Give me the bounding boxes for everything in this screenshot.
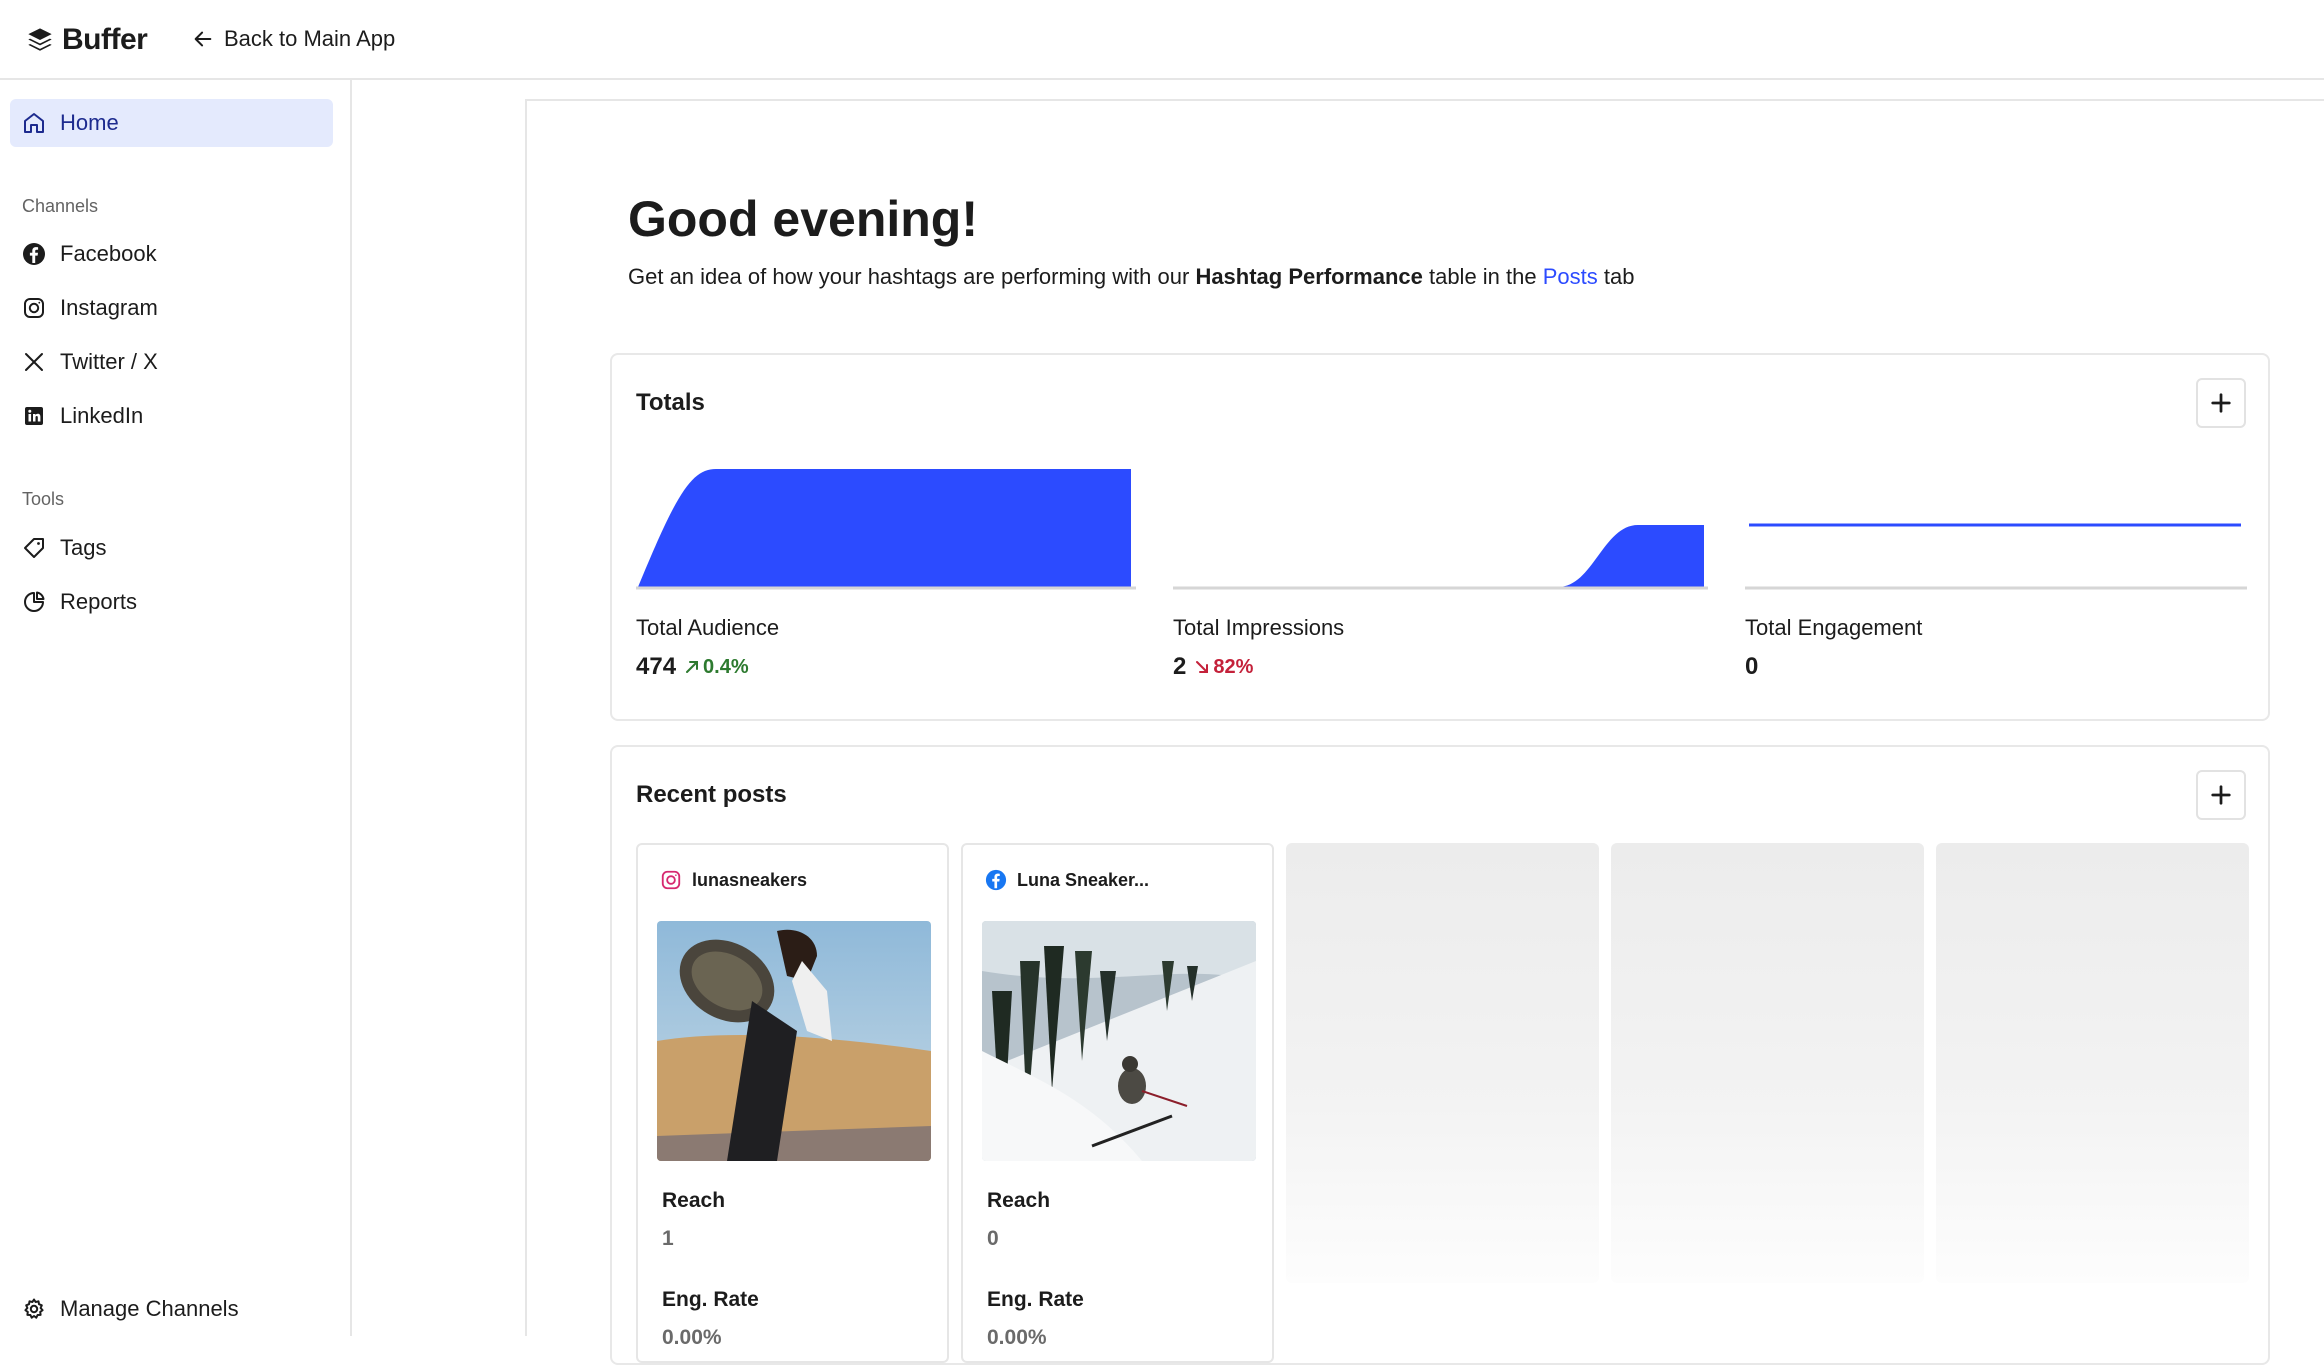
instagram-icon bbox=[661, 870, 681, 890]
sidebar-item-label: LinkedIn bbox=[60, 403, 144, 428]
post-account-name: lunasneakers bbox=[692, 869, 808, 890]
sidebar-item-tags[interactable]: Tags bbox=[10, 524, 333, 572]
back-link-label: Back to Main App bbox=[224, 26, 396, 51]
hashtag-performance-text: Hashtag Performance bbox=[1195, 264, 1423, 289]
page-title: Good evening! bbox=[628, 191, 978, 247]
posts-tab-link[interactable]: Posts bbox=[1543, 264, 1598, 289]
channels-heading: Channels bbox=[22, 196, 99, 216]
sidebar-item-facebook[interactable]: Facebook bbox=[10, 230, 333, 278]
facebook-icon bbox=[23, 243, 45, 265]
post-account-name: Luna Sneaker... bbox=[1017, 869, 1150, 890]
tag-icon bbox=[24, 538, 44, 558]
arrow-left-icon bbox=[194, 31, 212, 47]
post-card[interactable]: lunasneakers Reach 1 Eng. Rate 0.00% bbox=[636, 843, 949, 1363]
sidebar: Home Channels Facebook Instagram Twitter… bbox=[0, 80, 352, 1336]
reach-value: 0 bbox=[987, 1227, 999, 1250]
sidebar-item-label: Tags bbox=[60, 535, 107, 560]
arrow-down-right-icon bbox=[1196, 661, 1209, 673]
totals-card: Totals Total Audience 474 0.4% Total Imp… bbox=[610, 353, 2270, 721]
eng-rate-value: 0.00% bbox=[662, 1326, 722, 1349]
eng-rate-label: Eng. Rate bbox=[987, 1288, 1084, 1311]
post-header: lunasneakers bbox=[660, 869, 807, 891]
metric-value: 474 0.4% bbox=[636, 653, 749, 681]
post-card[interactable]: Luna Sneaker... Reach 0 Eng. Rate 0.00% bbox=[961, 843, 1274, 1363]
recent-posts-title: Recent posts bbox=[636, 781, 787, 808]
metric-total-engagement: Total Engagement 0 bbox=[1745, 355, 2247, 723]
metric-total-audience: Total Audience 474 0.4% bbox=[636, 355, 1136, 723]
plus-icon bbox=[2211, 785, 2231, 805]
manage-channels-label: Manage Channels bbox=[60, 1296, 239, 1321]
add-recent-posts-button[interactable] bbox=[2196, 770, 2246, 820]
skier-photo-image bbox=[982, 921, 1256, 1161]
sidebar-item-label: Twitter / X bbox=[60, 349, 158, 374]
impressions-sparkline bbox=[1173, 525, 1708, 590]
home-icon bbox=[24, 113, 44, 133]
recent-posts-card: Recent posts lunasneakers Reach 1 Eng. R… bbox=[610, 745, 2270, 1365]
metric-number: 0 bbox=[1745, 653, 1759, 680]
post-image[interactable] bbox=[982, 921, 1256, 1161]
reach-value: 1 bbox=[662, 1227, 674, 1250]
top-bar: Buffer Back to Main App bbox=[0, 0, 2324, 80]
audience-sparkline bbox=[636, 469, 1136, 590]
arrow-up-right-icon bbox=[686, 661, 699, 673]
buffer-logo-icon bbox=[28, 28, 52, 51]
engagement-sparkline bbox=[1745, 523, 2247, 590]
metric-number: 2 bbox=[1173, 653, 1187, 680]
metric-label: Total Impressions bbox=[1173, 615, 1345, 640]
sidebar-item-home[interactable]: Home bbox=[10, 99, 333, 147]
metric-delta-value: 0.4% bbox=[703, 655, 749, 678]
sidebar-item-label: Instagram bbox=[60, 295, 158, 320]
sneaker-photo-image bbox=[657, 921, 931, 1161]
eng-rate-value: 0.00% bbox=[987, 1326, 1047, 1349]
metric-value: 0 bbox=[1745, 653, 1758, 681]
reach-label: Reach bbox=[662, 1189, 726, 1212]
post-header: Luna Sneaker... bbox=[985, 869, 1149, 891]
metric-number: 474 bbox=[636, 653, 677, 680]
subtitle-text: table in the bbox=[1422, 264, 1543, 289]
page-subtitle: Get an idea of how your hashtags are per… bbox=[628, 264, 1634, 290]
metric-delta-down: 82% bbox=[1194, 656, 1253, 679]
metric-total-impressions: Total Impressions 2 82% bbox=[1173, 355, 1708, 723]
metric-value: 2 82% bbox=[1173, 653, 1253, 681]
brand-name: Buffer bbox=[62, 23, 148, 56]
post-placeholder bbox=[1286, 843, 1599, 1283]
facebook-icon bbox=[985, 869, 1007, 891]
linkedin-icon bbox=[25, 407, 43, 425]
gear-icon bbox=[24, 1298, 44, 1319]
manage-channels-button[interactable]: Manage Channels bbox=[10, 1285, 333, 1333]
eng-rate-label: Eng. Rate bbox=[662, 1288, 759, 1311]
sidebar-item-linkedin[interactable]: LinkedIn bbox=[10, 392, 333, 440]
back-to-main-app-link[interactable]: Back to Main App bbox=[192, 22, 395, 56]
instagram-icon bbox=[24, 298, 44, 318]
subtitle-text: tab bbox=[1597, 264, 1635, 289]
sidebar-item-label: Reports bbox=[60, 589, 138, 614]
reach-label: Reach bbox=[987, 1189, 1051, 1212]
pie-chart-icon bbox=[24, 591, 45, 612]
metric-delta-value: 82% bbox=[1213, 655, 1254, 678]
sidebar-item-reports[interactable]: Reports bbox=[10, 578, 333, 626]
subtitle-text: Get an idea of how your hashtags are per… bbox=[628, 264, 1196, 289]
post-placeholder bbox=[1611, 843, 1924, 1283]
metric-label: Total Engagement bbox=[1745, 615, 1923, 640]
sidebar-item-label: Home bbox=[60, 110, 119, 135]
x-twitter-icon bbox=[25, 353, 43, 371]
tools-heading: Tools bbox=[22, 489, 65, 509]
metric-delta-up: 0.4% bbox=[684, 656, 749, 679]
sidebar-item-label: Facebook bbox=[60, 241, 157, 266]
metric-label: Total Audience bbox=[636, 615, 780, 640]
post-placeholder bbox=[1936, 843, 2249, 1283]
buffer-logo[interactable]: Buffer bbox=[26, 20, 148, 60]
post-image[interactable] bbox=[657, 921, 931, 1161]
sidebar-item-instagram[interactable]: Instagram bbox=[10, 284, 333, 332]
sidebar-item-twitter[interactable]: Twitter / X bbox=[10, 338, 333, 386]
